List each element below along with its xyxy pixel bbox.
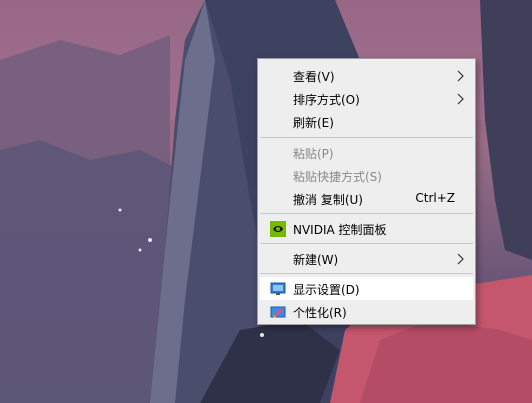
menu-item-refresh-label: 刷新(E): [293, 116, 334, 130]
menu-item-paste-label: 粘贴(P): [293, 147, 334, 161]
personalize-icon: [270, 306, 286, 318]
menu-item-view-label: 查看(V): [293, 70, 335, 84]
menu-item-nvidia-label: NVIDIA 控制面板: [293, 223, 387, 237]
menu-item-undo-copy-label: 撤消 复制(U): [293, 193, 363, 207]
menu-separator: [260, 137, 473, 138]
nvidia-icon: [270, 221, 286, 237]
menu-separator: [260, 213, 473, 214]
menu-item-new[interactable]: 新建(W): [260, 247, 473, 270]
menu-item-personalize-label: 个性化(R): [293, 306, 347, 320]
menu-separator: [260, 243, 473, 244]
menu-item-paste-shortcut-label: 粘贴快捷方式(S): [293, 170, 382, 184]
menu-item-paste-shortcut[interactable]: 粘贴快捷方式(S): [260, 164, 473, 187]
menu-item-view[interactable]: 查看(V): [260, 64, 473, 87]
menu-item-refresh[interactable]: 刷新(E): [260, 110, 473, 133]
menu-item-display-settings[interactable]: 显示设置(D): [260, 277, 473, 300]
desktop-context-menu: 查看(V) 排序方式(O) 刷新(E) 粘贴(P) 粘贴快捷方式(S) 撤消 复…: [257, 58, 476, 325]
menu-item-undo-copy[interactable]: 撤消 复制(U) Ctrl+Z: [260, 187, 473, 210]
chevron-right-icon: [457, 93, 464, 105]
menu-item-nvidia-control-panel[interactable]: NVIDIA 控制面板: [260, 217, 473, 240]
chevron-right-icon: [457, 70, 464, 82]
display-icon: [270, 282, 286, 295]
menu-item-display-settings-label: 显示设置(D): [293, 283, 360, 297]
chevron-right-icon: [457, 253, 464, 265]
menu-item-sort-by[interactable]: 排序方式(O): [260, 87, 473, 110]
menu-item-sort-by-label: 排序方式(O): [293, 93, 360, 107]
menu-item-personalize[interactable]: 个性化(R): [260, 300, 473, 323]
menu-item-new-label: 新建(W): [293, 253, 339, 267]
menu-item-undo-copy-shortcut: Ctrl+Z: [415, 191, 455, 205]
menu-separator: [260, 273, 473, 274]
menu-item-paste[interactable]: 粘贴(P): [260, 141, 473, 164]
